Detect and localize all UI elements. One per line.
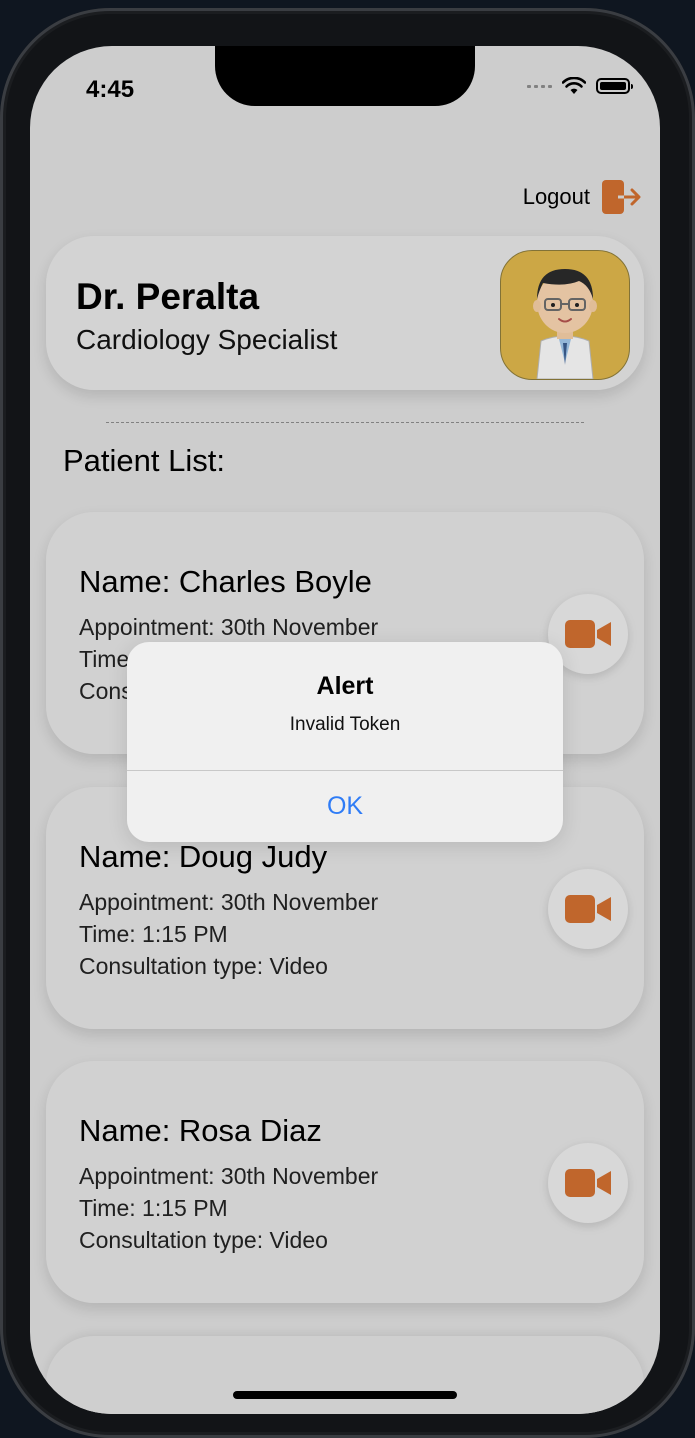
alert-message: Invalid Token (289, 714, 401, 735)
alert-title: Alert (316, 672, 374, 700)
app-screen: 4:45 Logout Dr. Peralta Cardiology Speci… (30, 46, 660, 1414)
phone-frame: 4:45 Logout Dr. Peralta Cardiology Speci… (0, 8, 695, 1438)
alert-ok-button[interactable]: OK (127, 770, 563, 842)
alert-dialog: Alert Invalid Token OK (127, 642, 563, 842)
